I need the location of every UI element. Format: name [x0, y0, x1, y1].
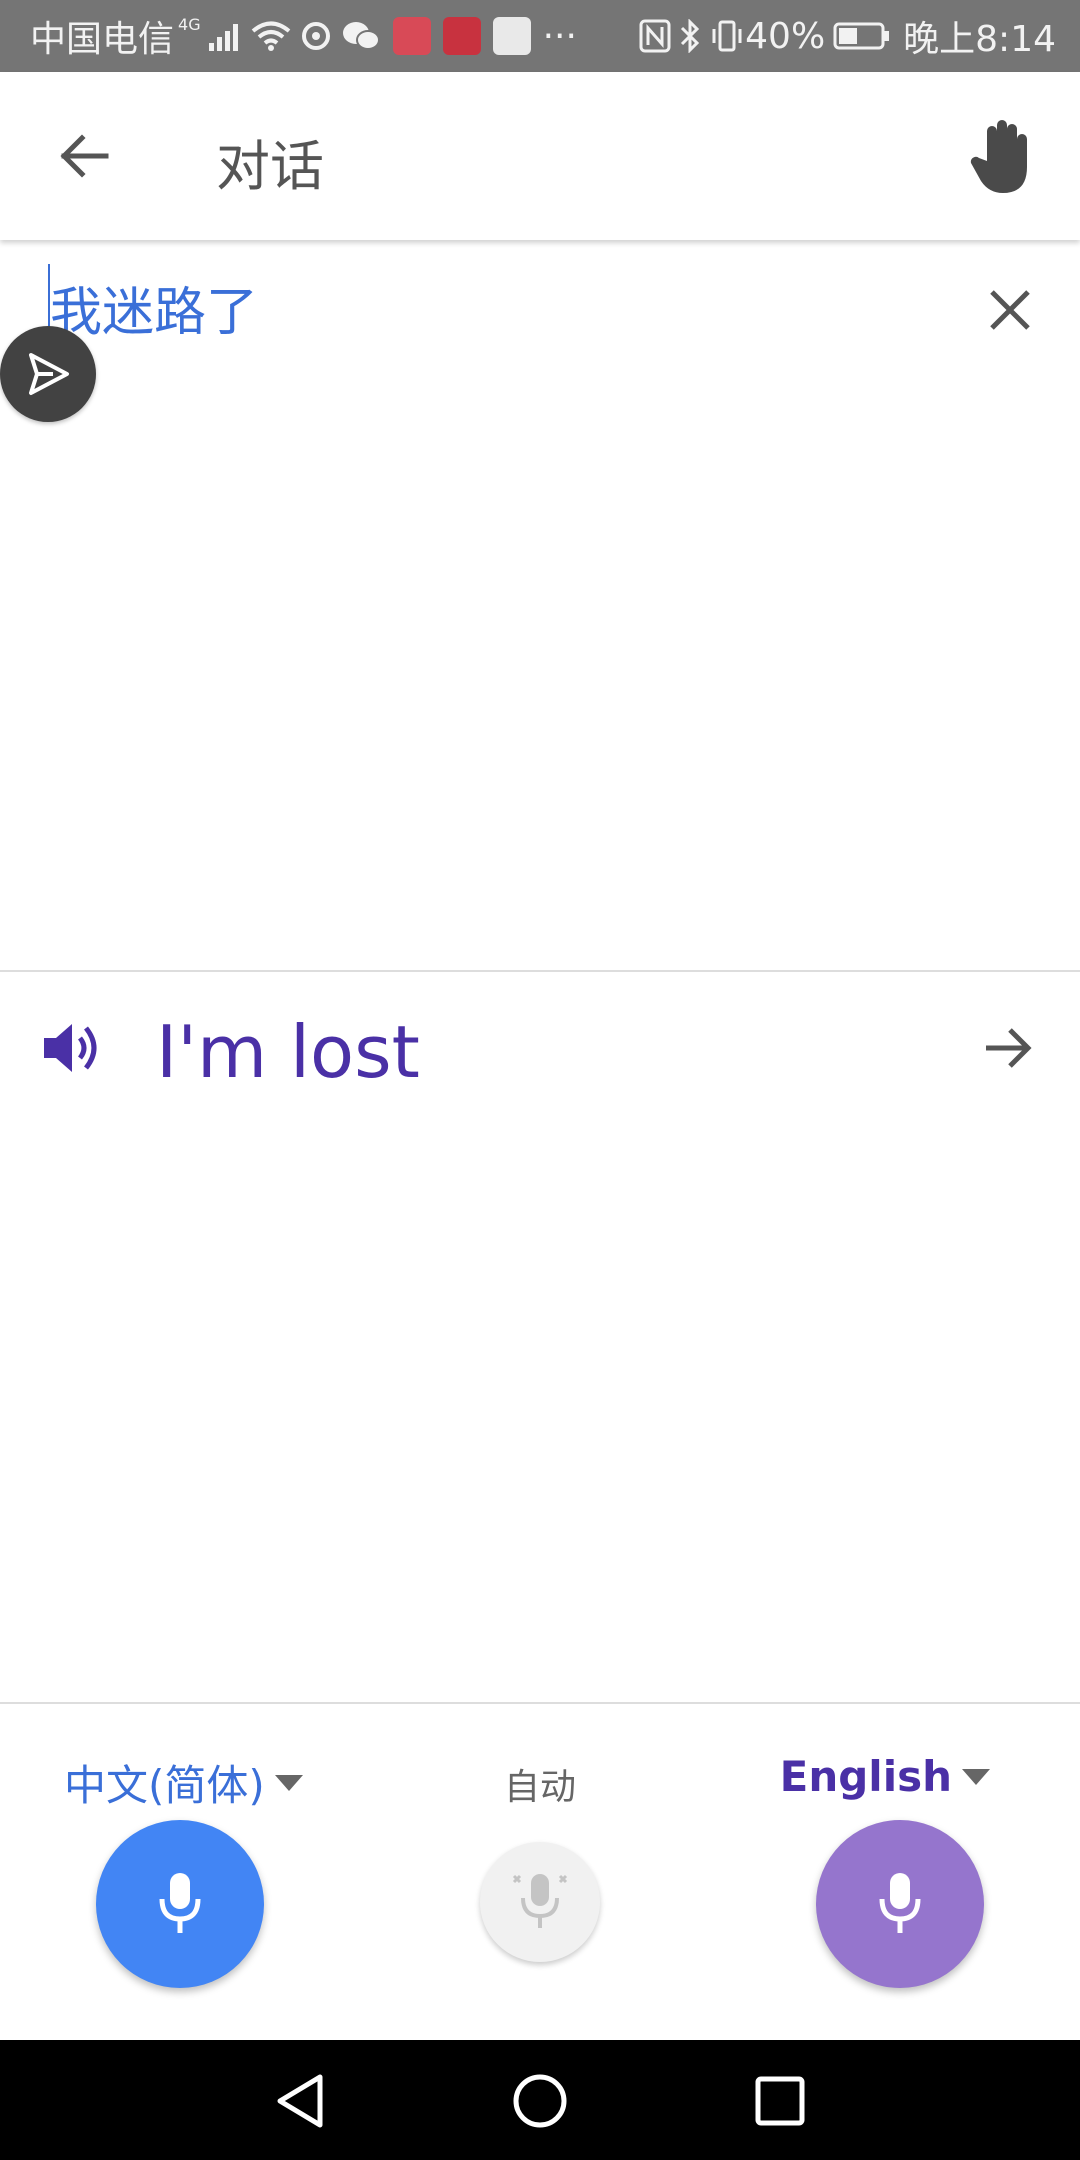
huawei-app-icon [442, 17, 481, 55]
nfc-icon [639, 19, 671, 53]
battery-icon [833, 21, 891, 51]
source-mic-button[interactable] [96, 1820, 264, 1988]
bluetooth-icon [679, 19, 701, 53]
source-text-area[interactable]: 我迷路了 [0, 240, 1080, 970]
target-mic-button[interactable] [816, 1820, 984, 1988]
arrow-back-icon [60, 134, 109, 178]
auto-mic-icon [512, 1874, 568, 1928]
translation-text: I'm lost [156, 1010, 420, 1094]
hand-icon [970, 120, 1027, 193]
send-button[interactable] [0, 326, 96, 422]
speak-translation-button[interactable] [36, 1012, 108, 1084]
translation-area: I'm lost [0, 972, 1080, 1702]
status-bar: 中国电信 4G ··· 40% 晚上8:14 [0, 0, 1080, 72]
nav-recents-icon [755, 2076, 805, 2126]
wechat-icon [341, 19, 381, 53]
carrier-label: 中国电信 [30, 19, 175, 60]
target-language-label: English [779, 1752, 952, 1801]
system-navigation-bar [0, 2040, 1080, 2160]
send-icon [29, 353, 69, 395]
nav-back-icon [277, 2074, 323, 2128]
nav-recents-button[interactable] [745, 2066, 815, 2136]
conversation-controls: 中文(简体) 自动 English [0, 1704, 1080, 2040]
target-language-selector[interactable]: English [780, 1752, 990, 1801]
more-notifications-label: ··· [542, 15, 577, 57]
app-bar: 对话 [0, 72, 1080, 240]
nav-home-icon [513, 2074, 567, 2128]
close-icon [990, 290, 1030, 330]
dropdown-arrow-icon [962, 1768, 990, 1785]
nav-home-button[interactable] [505, 2066, 575, 2136]
wifi-icon [251, 20, 291, 52]
battery-percent-label: 40% [745, 15, 826, 57]
sync-icon [299, 19, 333, 53]
map-app-icon [492, 17, 531, 55]
forward-button[interactable] [976, 1016, 1040, 1080]
clear-button[interactable] [978, 278, 1042, 342]
page-title: 对话 [216, 135, 324, 198]
nav-back-button[interactable] [265, 2066, 335, 2136]
network-type-label: 4G [178, 14, 201, 34]
status-bar-left: 中国电信 4G ··· [30, 0, 577, 72]
mic-icon [159, 1873, 201, 1933]
clock-label: 晚上8:14 [903, 19, 1056, 60]
book-app-icon [392, 17, 431, 55]
source-text[interactable]: 我迷路了 [50, 270, 258, 345]
arrow-forward-icon [986, 1028, 1032, 1068]
status-bar-right: 40% 晚上8:14 [631, 0, 1056, 72]
mic-icon [879, 1873, 921, 1933]
signal-icon [208, 21, 243, 51]
speaker-icon [44, 1024, 97, 1072]
hand-button[interactable] [958, 112, 1048, 202]
auto-mic-button[interactable] [480, 1842, 600, 1962]
vibrate-icon [709, 19, 745, 53]
back-button[interactable] [44, 116, 124, 196]
